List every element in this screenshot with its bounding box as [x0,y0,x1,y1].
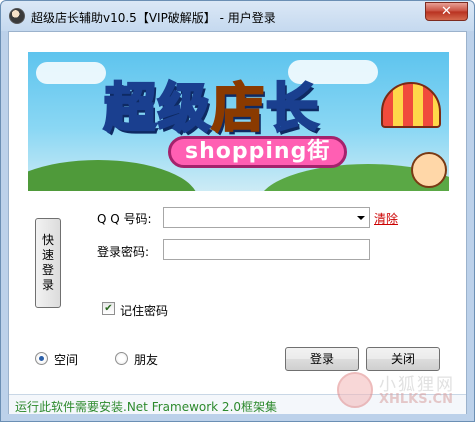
status-text: 运行此软件需要安装.Net Framework 2.0框架集 [15,400,278,414]
watermark-en: XHLKS.CN [379,392,453,407]
fox-icon [337,372,373,408]
radio-friends-label: 朋友 [134,353,159,367]
quick-login-button[interactable]: 快速登录 [35,218,61,308]
hill [28,160,198,191]
banner-title-part2: 店 [211,78,267,141]
banner-subtitle: shopping街 [168,136,348,168]
window-close-button[interactable]: ✕ [425,2,468,21]
window-title: 超级店长辅助v10.5【VIP破解版】 - 用户登录 [31,11,276,25]
banner-title-part1: 超级 [102,78,213,141]
qq-number-combobox[interactable] [163,207,370,228]
radio-friends[interactable] [115,352,128,365]
password-input[interactable] [163,239,370,260]
character-icon [411,152,447,188]
clear-link[interactable]: 清除 [374,210,398,227]
password-label: 登录密码: [97,245,150,259]
radio-qzone-label: 空间 [54,353,79,367]
remember-password-checkbox[interactable]: ✔ [102,302,115,315]
client-area: 超级店长 shopping街 快速登录 Q Q 号码: 清除 登录密码: ✔ 记… [8,31,467,414]
dropdown-arrow-icon[interactable] [357,216,365,220]
banner-image: 超级店长 shopping街 [28,52,449,191]
login-window: 超级店长辅助v10.5【VIP破解版】 - 用户登录 ✕ 超级店长 shoppi… [0,0,475,422]
watermark-logo: 小狐狸网 XHLKS.CN [333,368,473,418]
remember-password-label: 记住密码 [120,304,169,318]
balloon-icon [381,82,441,128]
banner-title-part3: 长 [265,78,321,141]
quick-login-label: 快速登录 [42,233,55,292]
radio-qzone[interactable] [35,352,48,365]
title-bar[interactable]: 超级店长辅助v10.5【VIP破解版】 - 用户登录 ✕ [1,1,474,31]
banner-title: 超级店长 [102,66,321,141]
qq-label: Q Q 号码: [97,212,152,226]
cloud [36,62,106,84]
app-icon [9,8,25,24]
